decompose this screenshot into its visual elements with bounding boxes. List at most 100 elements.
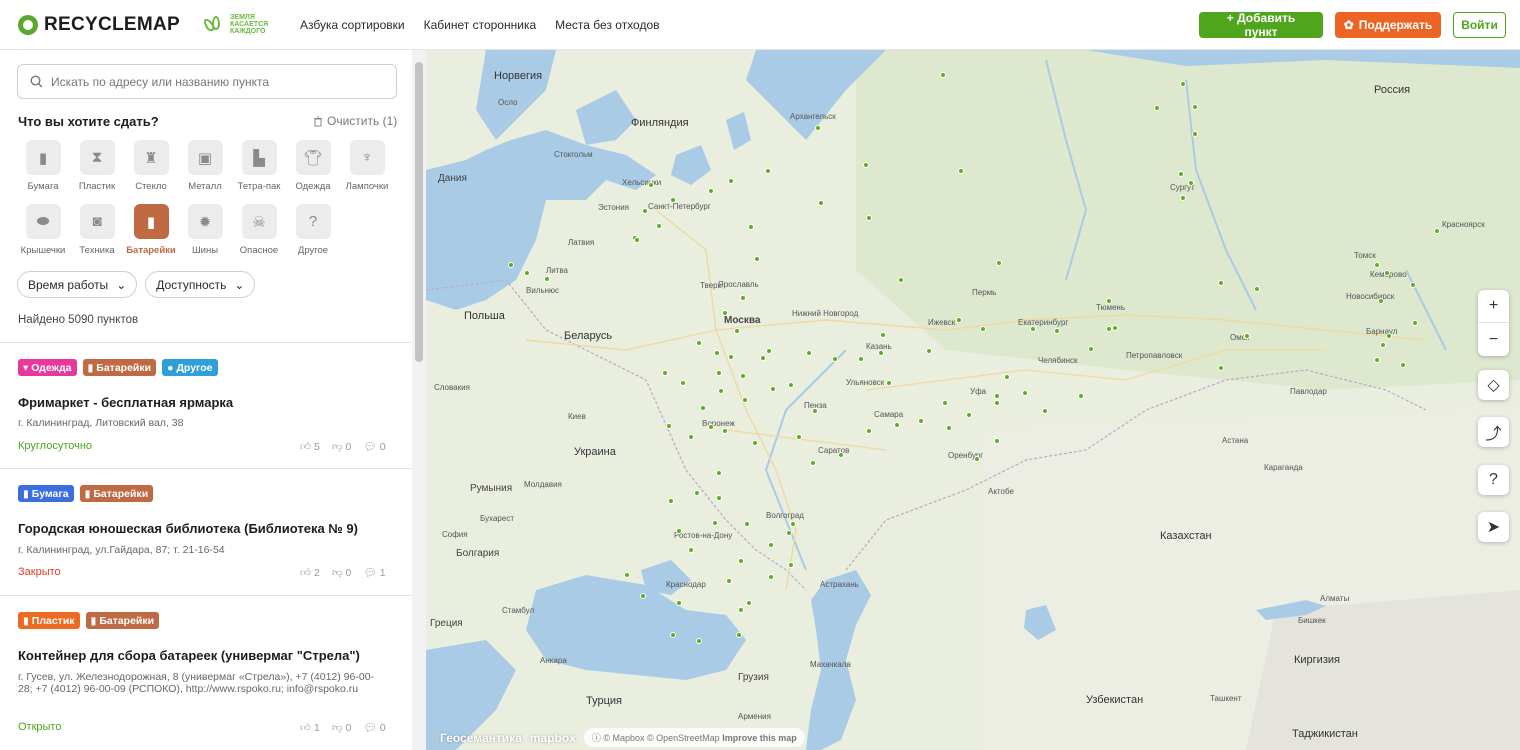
recycling-point-marker[interactable]: [1078, 393, 1084, 399]
recycling-point-marker[interactable]: [866, 215, 872, 221]
recycling-point-marker[interactable]: [1244, 333, 1250, 339]
geosemantica-logo[interactable]: Геосемантика: [440, 731, 522, 745]
category-appliances[interactable]: ◙ Техника: [72, 204, 122, 256]
recycling-point-marker[interactable]: [524, 270, 530, 276]
recycling-point-marker[interactable]: [958, 168, 964, 174]
recycling-point-marker[interactable]: [740, 373, 746, 379]
comment-counter[interactable]: 💬︎ 0: [363, 440, 385, 454]
list-item[interactable]: ▮ Пластик ▮ Батарейки Контейнер для сбора …: [0, 596, 412, 750]
recycling-point-marker[interactable]: [796, 434, 802, 440]
scrollbar-thumb[interactable]: [415, 62, 423, 362]
recycling-point-marker[interactable]: [786, 530, 792, 536]
category-tires[interactable]: ✹ Шины: [180, 204, 230, 256]
recycling-point-marker[interactable]: [996, 260, 1002, 266]
recycling-point-marker[interactable]: [1384, 270, 1390, 276]
share-button[interactable]: ⤴: [1478, 417, 1509, 447]
recycling-point-marker[interactable]: [708, 424, 714, 430]
recycling-point-marker[interactable]: [966, 412, 972, 418]
recycling-point-marker[interactable]: [744, 521, 750, 527]
recycling-point-marker[interactable]: [734, 328, 740, 334]
nav-zero-waste[interactable]: Места без отходов: [555, 18, 659, 32]
recycling-point-marker[interactable]: [716, 495, 722, 501]
comment-counter[interactable]: 💬︎ 1: [363, 566, 385, 580]
zoom-out-button[interactable]: −: [1478, 323, 1509, 356]
recycling-point-marker[interactable]: [634, 237, 640, 243]
recycling-point-marker[interactable]: [722, 310, 728, 316]
recycling-point-marker[interactable]: [1180, 195, 1186, 201]
dislike-counter[interactable]: 👎︎ 0: [332, 721, 352, 735]
recycling-point-marker[interactable]: [544, 276, 550, 282]
recycling-point-marker[interactable]: [940, 72, 946, 78]
recycling-point-marker[interactable]: [1378, 298, 1384, 304]
recycling-point-marker[interactable]: [994, 400, 1000, 406]
recycling-point-marker[interactable]: [863, 162, 869, 168]
recycling-point-marker[interactable]: [1400, 362, 1406, 368]
login-button[interactable]: Войти: [1453, 11, 1506, 38]
like-counter[interactable]: 👍︎ 1: [300, 721, 320, 735]
category-metal[interactable]: ▣ Металл: [180, 140, 230, 192]
recycling-point-marker[interactable]: [1042, 408, 1048, 414]
recycling-point-marker[interactable]: [738, 558, 744, 564]
recycling-point-marker[interactable]: [765, 168, 771, 174]
recycling-point-marker[interactable]: [624, 572, 630, 578]
category-caps[interactable]: ⬬ Крышечки: [18, 204, 68, 256]
recycling-point-marker[interactable]: [1180, 81, 1186, 87]
recycling-point-marker[interactable]: [714, 350, 720, 356]
recycling-point-marker[interactable]: [956, 317, 962, 323]
recycling-point-marker[interactable]: [926, 348, 932, 354]
recycling-point-marker[interactable]: [696, 638, 702, 644]
category-glass[interactable]: ♜ Стекло: [126, 140, 176, 192]
recycling-point-marker[interactable]: [716, 370, 722, 376]
recycling-point-marker[interactable]: [918, 418, 924, 424]
recycling-point-marker[interactable]: [1112, 325, 1118, 331]
recycling-point-marker[interactable]: [1254, 286, 1260, 292]
category-paper[interactable]: ▮ Бумага: [18, 140, 68, 192]
recycling-point-marker[interactable]: [980, 326, 986, 332]
clear-filters-button[interactable]: Очистить (1): [313, 114, 397, 128]
recycling-point-marker[interactable]: [1188, 180, 1194, 186]
recycling-point-marker[interactable]: [694, 490, 700, 496]
category-tetra-pak[interactable]: ▙ Тетра-пак: [234, 140, 284, 192]
search-box[interactable]: [17, 64, 397, 99]
list-item[interactable]: ▾ Одежда ▮ Батарейки ● Другое Фримаркет - б…: [0, 343, 412, 468]
recycling-point-marker[interactable]: [676, 528, 682, 534]
partner-logo[interactable]: ЗЕМЛЯ КАСАЕТСЯ КАЖДОГО: [201, 14, 270, 35]
recycling-point-marker[interactable]: [508, 262, 514, 268]
recycling-point-marker[interactable]: [656, 223, 662, 229]
recycling-point-marker[interactable]: [942, 400, 948, 406]
logo[interactable]: RECYCLEMAP: [18, 14, 180, 36]
recycling-point-marker[interactable]: [1434, 228, 1440, 234]
recycling-point-marker[interactable]: [688, 434, 694, 440]
recycling-point-marker[interactable]: [974, 456, 980, 462]
recycling-point-marker[interactable]: [1410, 282, 1416, 288]
recycling-point-marker[interactable]: [1178, 171, 1184, 177]
recycling-point-marker[interactable]: [662, 370, 668, 376]
search-input[interactable]: [51, 74, 381, 89]
recycling-point-marker[interactable]: [726, 578, 732, 584]
recycling-point-marker[interactable]: [668, 498, 674, 504]
recycling-point-marker[interactable]: [736, 632, 742, 638]
category-clothes[interactable]: 👕︎ Одежда: [288, 140, 338, 192]
map[interactable]: Норвегия Финляндия Россия Дания Эстония …: [426, 50, 1520, 750]
mapbox-logo[interactable]: mapbox: [530, 731, 576, 745]
recycling-point-marker[interactable]: [640, 593, 646, 599]
category-bulbs[interactable]: ♆ Лампочки: [342, 140, 392, 192]
dislike-counter[interactable]: 👎︎ 0: [332, 440, 352, 454]
improve-map-link[interactable]: Improve this map: [722, 733, 797, 743]
recycling-point-marker[interactable]: [894, 422, 900, 428]
info-icon[interactable]: ⓘ: [592, 733, 601, 743]
add-point-button[interactable]: + Добавить пункт: [1199, 11, 1323, 39]
recycling-point-marker[interactable]: [680, 380, 686, 386]
recycling-point-marker[interactable]: [788, 382, 794, 388]
recycling-point-marker[interactable]: [712, 520, 718, 526]
locate-button[interactable]: ➤: [1478, 512, 1509, 542]
recycling-point-marker[interactable]: [1004, 374, 1010, 380]
list-item[interactable]: ▮ Бумага ▮ Батарейки Городская юношеская б…: [0, 469, 412, 595]
recycling-point-marker[interactable]: [676, 600, 682, 606]
recycling-point-marker[interactable]: [946, 425, 952, 431]
recycling-point-marker[interactable]: [770, 386, 776, 392]
recycling-point-marker[interactable]: [880, 332, 886, 338]
recycling-point-marker[interactable]: [722, 428, 728, 434]
recycling-point-marker[interactable]: [810, 460, 816, 466]
recycling-point-marker[interactable]: [1054, 328, 1060, 334]
